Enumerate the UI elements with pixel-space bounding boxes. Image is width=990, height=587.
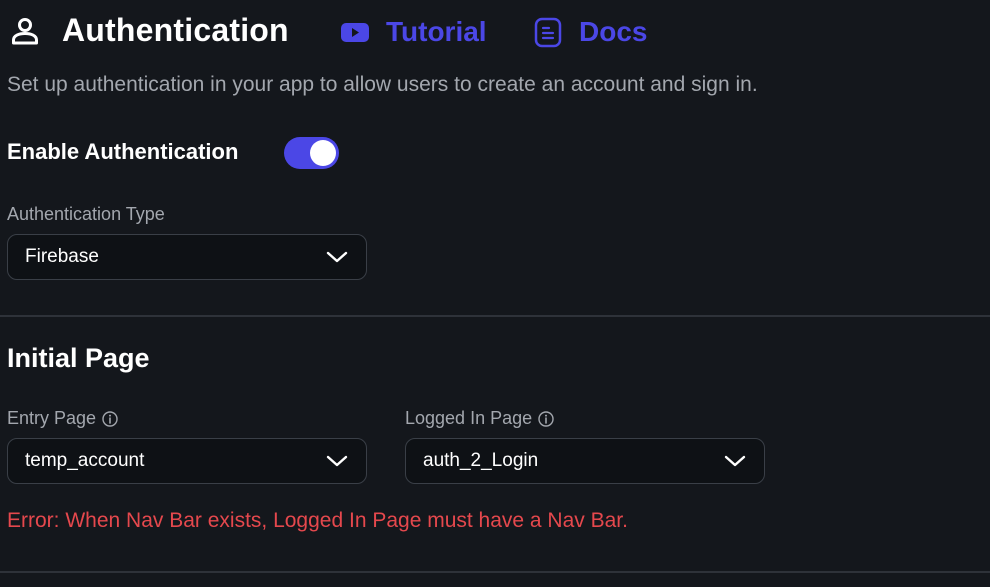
tutorial-label: Tutorial [386, 16, 487, 47]
page-title: Authentication [62, 12, 289, 48]
authentication-type-label-text: Authentication Type [7, 204, 165, 224]
info-icon[interactable] [102, 410, 118, 427]
entry-page-label: Entry Page [7, 408, 118, 429]
section-divider [0, 571, 990, 573]
enable-authentication-toggle[interactable] [284, 137, 339, 169]
page-description: Set up authentication in your app to all… [7, 73, 758, 96]
section-divider [0, 315, 990, 317]
toggle-knob [310, 140, 336, 166]
chevron-down-icon [326, 455, 348, 467]
enable-authentication-label: Enable Authentication [7, 139, 239, 164]
logged-in-page-label: Logged In Page [405, 408, 554, 429]
nav-bar-error-message: Error: When Nav Bar exists, Logged In Pa… [7, 509, 628, 532]
document-icon [534, 17, 562, 48]
info-icon[interactable] [538, 410, 554, 427]
logged-in-page-label-text: Logged In Page [405, 408, 533, 428]
authentication-type-dropdown[interactable]: Firebase [7, 234, 367, 280]
chevron-down-icon [326, 251, 348, 263]
authentication-settings-panel: Authentication Tutorial Docs Set up auth… [0, 0, 990, 587]
authentication-type-label: Authentication Type [7, 204, 165, 225]
docs-link[interactable]: Docs [533, 14, 647, 50]
user-icon [12, 18, 38, 45]
authentication-type-value: Firebase [25, 246, 99, 267]
chevron-down-icon [724, 455, 746, 467]
entry-page-value: temp_account [25, 450, 145, 471]
logged-in-page-value: auth_2_Login [423, 450, 539, 471]
tutorial-link[interactable]: Tutorial [338, 14, 487, 50]
docs-label: Docs [579, 16, 648, 47]
logged-in-page-dropdown[interactable]: auth_2_Login [405, 438, 765, 484]
entry-page-label-text: Entry Page [7, 408, 97, 428]
entry-page-dropdown[interactable]: temp_account [7, 438, 367, 484]
youtube-icon [341, 23, 369, 42]
initial-page-heading: Initial Page [7, 343, 150, 373]
